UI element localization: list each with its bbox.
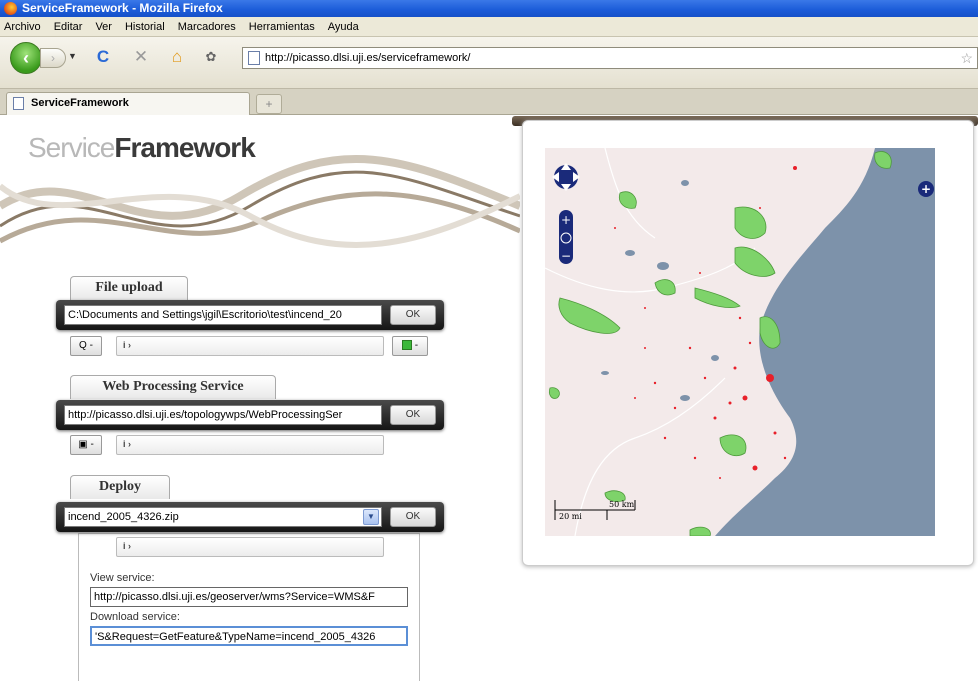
wps-heading: Web Processing Service <box>70 375 276 399</box>
window-title: ServiceFramework - Mozilla Firefox <box>22 1 223 15</box>
wps-bar: http://picasso.dlsi.uji.es/topologywps/W… <box>56 400 444 430</box>
deploy-selected-value: incend_2005_4326.zip <box>68 511 179 523</box>
wps-info-bar[interactable]: i › <box>116 435 384 455</box>
svg-text:+: + <box>921 182 931 196</box>
new-tab-button[interactable]: + <box>256 94 282 114</box>
info-icon: i › <box>123 439 131 449</box>
page-icon <box>13 97 24 110</box>
stop-icon[interactable]: ✕ <box>130 46 152 68</box>
tab-serviceframework[interactable]: ServiceFramework <box>6 92 250 115</box>
forward-button[interactable]: › <box>40 48 66 68</box>
info-icon: i › <box>123 340 131 350</box>
svg-text:+: + <box>561 213 571 227</box>
download-service-label: Download service: <box>90 611 180 623</box>
color-swatch-icon <box>401 340 412 351</box>
info-icon: i › <box>123 541 131 551</box>
file-upload-bar: C:\Documents and Settings\jgil\Escritori… <box>56 300 444 330</box>
bookmark-star-icon[interactable]: ☆ <box>960 50 973 67</box>
back-button[interactable]: ‹ <box>10 42 42 74</box>
download-service-field[interactable]: 'S&Request=GetFeature&TypeName=incend_20… <box>90 626 408 646</box>
wps-ok-button[interactable]: OK <box>390 405 436 425</box>
file-upload-ok-button[interactable]: OK <box>390 305 436 325</box>
tab-strip: ServiceFramework + <box>0 89 978 115</box>
chevron-down-icon[interactable]: ▼ <box>363 509 379 525</box>
view-service-field[interactable]: http://picasso.dlsi.uji.es/geoserver/wms… <box>90 587 408 607</box>
map-canvas[interactable]: + − + 50 km 20 mi <box>545 148 935 536</box>
scale-mi-label: 20 mi <box>559 512 582 521</box>
menu-herramientas[interactable]: Herramientas <box>249 21 315 33</box>
menu-bar: Archivo Editar Ver Historial Marcadores … <box>0 17 978 37</box>
menu-archivo[interactable]: Archivo <box>4 21 41 33</box>
deploy-info-bar[interactable]: i › <box>116 537 384 557</box>
deploy-ok-button[interactable]: OK <box>390 507 436 527</box>
reload-icon[interactable]: C <box>92 46 114 68</box>
menu-ver[interactable]: Ver <box>95 21 112 33</box>
file-upload-heading: File upload <box>70 276 188 300</box>
search-button[interactable]: Q - <box>70 336 102 356</box>
scale-km-label: 50 km <box>609 500 635 509</box>
menu-editar[interactable]: Editar <box>54 21 83 33</box>
history-dropdown-icon[interactable]: ▼ <box>68 51 77 61</box>
deploy-heading: Deploy <box>70 475 170 499</box>
file-path-input[interactable]: C:\Documents and Settings\jgil\Escritori… <box>64 305 382 325</box>
page-icon <box>248 51 260 65</box>
app-logo: ServiceFramework <box>28 132 256 163</box>
layer-switcher-plus-icon[interactable]: + <box>918 181 934 197</box>
tab-label: ServiceFramework <box>31 97 129 109</box>
file-upload-info-bar[interactable]: i › <box>116 336 384 356</box>
url-bar[interactable]: http://picasso.dlsi.uji.es/serviceframew… <box>242 47 978 69</box>
svg-text:−: − <box>561 249 571 263</box>
addon-icon[interactable]: ✿ <box>200 46 222 68</box>
home-icon[interactable]: ⌂ <box>166 46 188 68</box>
wps-url-input[interactable]: http://picasso.dlsi.uji.es/topologywps/W… <box>64 405 382 425</box>
navigation-toolbar: ‹ › ▼ C ✕ ⌂ ✿ http://picasso.dlsi.uji.es… <box>0 37 978 89</box>
deploy-select[interactable]: incend_2005_4326.zip ▼ <box>64 507 382 527</box>
menu-marcadores[interactable]: Marcadores <box>178 21 236 33</box>
floppy-disk-icon: ▣ - <box>78 439 94 450</box>
firefox-logo-icon <box>4 2 17 15</box>
menu-ayuda[interactable]: Ayuda <box>328 21 359 33</box>
save-button[interactable]: ▣ - <box>70 435 102 455</box>
map-view[interactable]: + − + 50 km 20 mi <box>545 148 935 536</box>
color-picker-button[interactable]: - <box>392 336 428 356</box>
logo-swoosh-decoration <box>0 155 520 248</box>
menu-historial[interactable]: Historial <box>125 21 165 33</box>
window-titlebar: ServiceFramework - Mozilla Firefox <box>0 0 978 17</box>
view-service-label: View service: <box>90 572 155 584</box>
deploy-bar: incend_2005_4326.zip ▼ OK <box>56 502 444 532</box>
url-text: http://picasso.dlsi.uji.es/serviceframew… <box>265 52 471 64</box>
page-content: ServiceFramework File upload C:\Document… <box>0 116 978 681</box>
